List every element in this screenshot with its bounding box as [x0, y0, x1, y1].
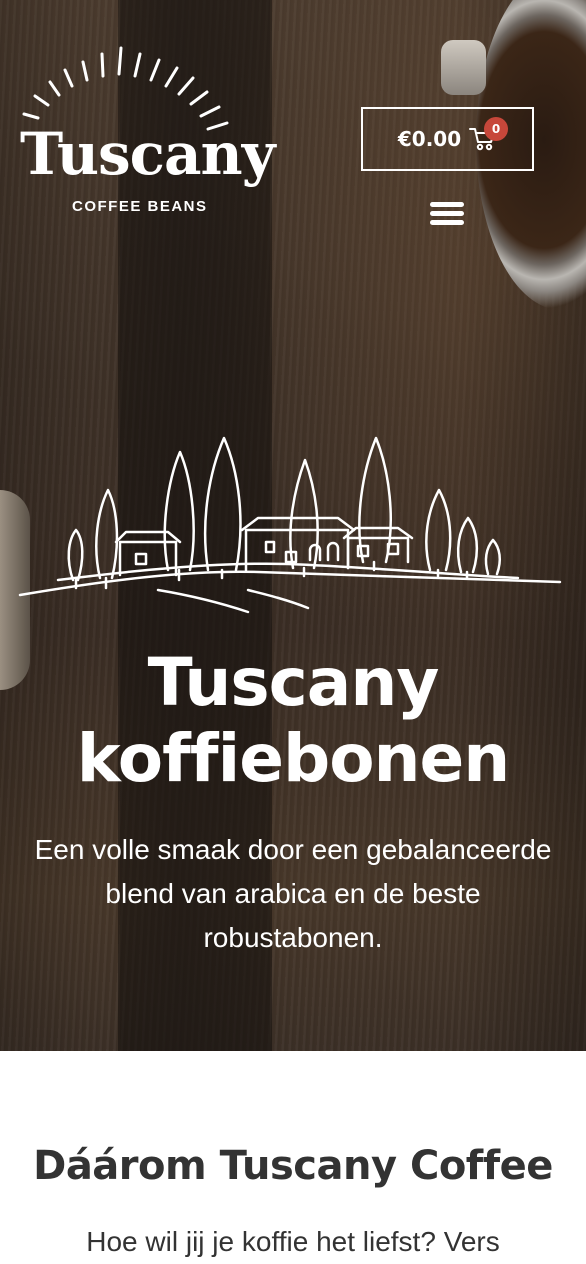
cart-button[interactable]: €0.00: [361, 107, 534, 171]
site-logo[interactable]: Tuscany COFFEE BEANS: [18, 40, 278, 220]
logo-title: Tuscany: [20, 120, 275, 188]
hero-section: Tuscany COFFEE BEANS €0.00 0 Tuscany kof…: [0, 0, 586, 1051]
section-heading: Dáárom Tuscany Coffee: [33, 1143, 553, 1189]
logo-subtitle: COFFEE BEANS: [72, 198, 208, 215]
tuscany-landscape-icon: [18, 436, 562, 614]
section-text: Hoe wil jij je koffie het liefst? Vers: [86, 1226, 500, 1257]
hamburger-menu-icon[interactable]: [430, 200, 466, 228]
hero-title: Tuscany koffiebonen: [0, 645, 586, 797]
hero-subtitle: Een volle smaak door een gebalanceerde b…: [34, 834, 552, 953]
cart-amount: €0.00: [397, 127, 462, 151]
hero-title-line-1: Tuscany: [147, 644, 440, 721]
background-cup-handle: [441, 40, 486, 95]
cart-count-badge: 0: [484, 117, 508, 141]
hero-title-line-2: koffiebonen: [76, 720, 511, 797]
